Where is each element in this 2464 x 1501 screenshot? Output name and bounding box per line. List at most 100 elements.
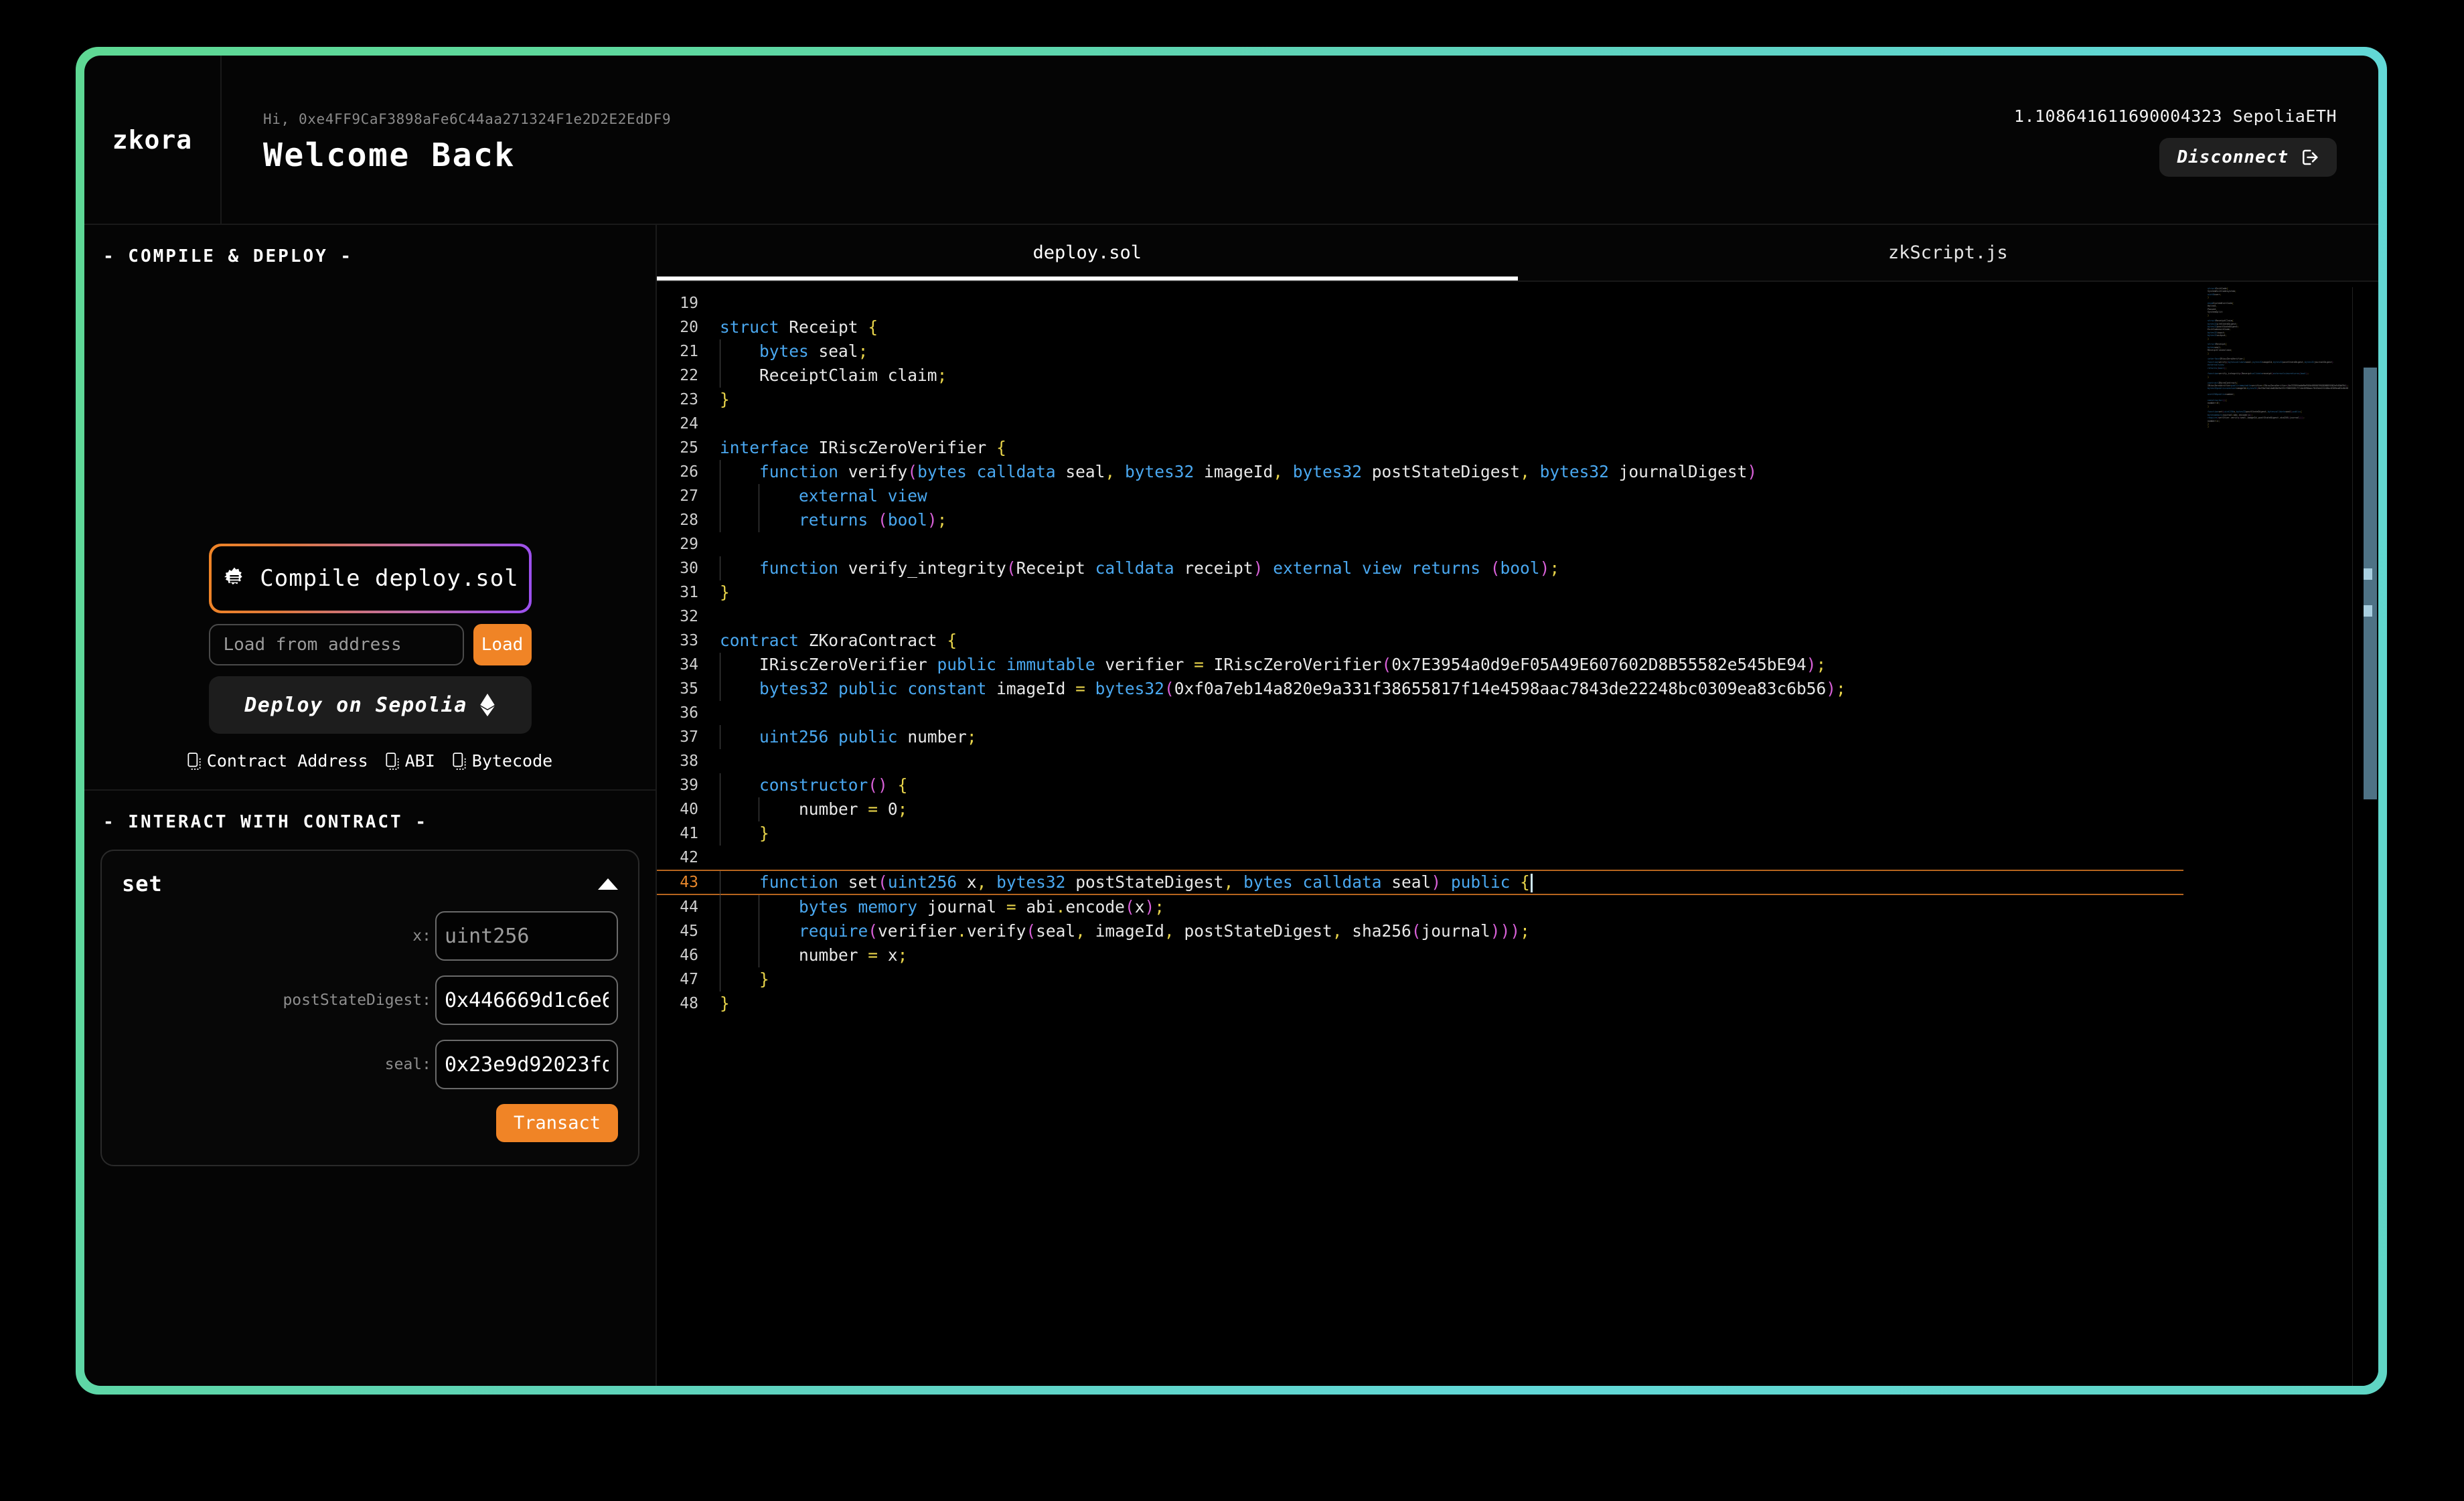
compile-button-label: Compile deploy.sol (260, 565, 519, 592)
code-line-21[interactable]: 21 bytes seal; (657, 339, 2211, 364)
code-line-46[interactable]: 46 number = x; (657, 943, 2211, 967)
editor-minimap[interactable]: struct ExitCode { SystemExitCode system;… (2208, 287, 2348, 1386)
code-text[interactable]: function verify_integrity(Receipt callda… (705, 556, 1559, 580)
line-number: 27 (680, 487, 698, 505)
code-text[interactable]: constructor() { (705, 773, 907, 797)
code-line-23[interactable]: 23} (657, 388, 2211, 412)
editor-column: deploy.sol zkScript.js 19 20 struct Receip… (657, 225, 2378, 1386)
code-line-42[interactable]: 42 (657, 846, 2211, 870)
code-line-29[interactable]: 29 (657, 532, 2211, 556)
code-line-31[interactable]: 31} (657, 580, 2211, 605)
code-line-33[interactable]: 33 contract ZKoraContract { (657, 629, 2211, 653)
code-line-19[interactable]: 19 (657, 291, 2211, 315)
line-number: 39 (680, 777, 698, 794)
code-line-39[interactable]: 39 constructor() { (657, 773, 2211, 797)
code-line-47[interactable]: 47 } (657, 967, 2211, 992)
code-line-20[interactable]: 20 struct Receipt { (657, 315, 2211, 339)
disconnect-button[interactable]: Disconnect (2159, 138, 2337, 177)
code-line-36[interactable]: 36 (657, 701, 2211, 725)
interact-panel-heading: - INTERACT WITH CONTRACT - (103, 812, 428, 832)
code-line-43[interactable]: 43 function set(uint256 x, bytes32 postS… (657, 870, 2183, 895)
code-text[interactable]: returns (bool); (705, 508, 947, 532)
scrollbar-marker (2364, 568, 2372, 580)
code-line-45[interactable]: 45 require(verifier.verify(seal, imageId… (657, 919, 2211, 943)
function-accordion-header[interactable]: set (122, 871, 618, 896)
arg-input-x[interactable] (435, 911, 618, 961)
copy-abi[interactable]: ABI (386, 751, 435, 771)
code-text[interactable]: bytes32 public constant imageId = bytes3… (705, 677, 1846, 701)
app-header: zkora Hi, 0xe4FF9CaF3898aFe6C44aa271324F… (84, 56, 2378, 225)
code-line-48[interactable]: 48} (657, 992, 2211, 1016)
code-text[interactable]: number = x; (705, 943, 907, 967)
load-address-input[interactable] (208, 624, 464, 665)
code-line-26[interactable]: 26 function verify(bytes calldata seal, … (657, 460, 2211, 484)
code-line-37[interactable]: 37 uint256 public number; (657, 725, 2211, 749)
code-text[interactable]: function set(uint256 x, bytes32 postStat… (705, 870, 1533, 894)
line-number: 29 (680, 536, 698, 553)
code-line-30[interactable]: 30 function verify_integrity(Receipt cal… (657, 556, 2211, 580)
arg-row-seal: seal: (122, 1040, 618, 1089)
deploy-on-sepolia-button[interactable]: Deploy on Sepolia (208, 676, 532, 734)
chevron-up-icon[interactable] (598, 878, 618, 890)
line-number: 48 (680, 995, 698, 1012)
code-line-32[interactable]: 32 (657, 605, 2211, 629)
transact-button[interactable]: Transact (495, 1104, 618, 1142)
code-text[interactable]: number = 0; (705, 797, 907, 821)
code-text[interactable]: bytes memory journal = abi.encode(x); (705, 895, 1164, 919)
logo-container: zkora (84, 56, 222, 224)
code-text[interactable]: interface IRiscZeroVerifier { (705, 436, 1006, 460)
copy-contract-address[interactable]: Contract Address (187, 751, 368, 771)
ethereum-icon (479, 694, 495, 716)
code-line-35[interactable]: 35 bytes32 public constant imageId = byt… (657, 677, 2211, 701)
code-text[interactable]: struct Receipt { (705, 315, 878, 339)
line-number: 46 (680, 947, 698, 964)
minimap-divider (2352, 287, 2353, 1386)
copy-bytecode[interactable]: Bytecode (453, 751, 552, 771)
arg-input-seal[interactable] (435, 1040, 618, 1089)
code-line-44[interactable]: 44 bytes memory journal = abi.encode(x); (657, 895, 2211, 919)
code-line-38[interactable]: 38 (657, 749, 2211, 773)
code-text[interactable]: IRiscZeroVerifier public immutable verif… (705, 653, 1826, 677)
code-text[interactable]: } (705, 967, 769, 992)
line-number: 30 (680, 560, 698, 577)
code-editor[interactable]: 19 20 struct Receipt {21 bytes seal; 22 Rec… (657, 281, 2378, 1386)
code-line-27[interactable]: 27 external view (657, 484, 2211, 508)
code-line-41[interactable]: 41 } (657, 821, 2211, 846)
arg-row-poststatedigest: postStateDigest: (122, 975, 618, 1025)
load-button[interactable]: Load (473, 624, 532, 665)
code-line-25[interactable]: 25 interface IRiscZeroVerifier { (657, 436, 2211, 460)
arg-label-x: x: (412, 927, 431, 945)
code-text[interactable]: contract ZKoraContract { (705, 629, 957, 653)
code-text[interactable]: } (705, 388, 730, 412)
code-text[interactable]: function verify(bytes calldata seal, byt… (705, 460, 1757, 484)
tab-zkscript-js[interactable]: zkScript.js (1518, 225, 2379, 281)
code-text[interactable]: require(verifier.verify(seal, imageId, p… (705, 919, 1530, 943)
code-text[interactable]: ReceiptClaim claim; (705, 364, 947, 388)
arg-input-poststatedigest[interactable] (435, 975, 618, 1025)
logout-icon (2299, 147, 2319, 167)
code-text[interactable]: bytes seal; (705, 339, 868, 364)
code-text[interactable]: } (705, 992, 730, 1016)
code-line-22[interactable]: 22 ReceiptClaim claim; (657, 364, 2211, 388)
copy-icon (453, 752, 466, 770)
code-line-40[interactable]: 40 number = 0; (657, 797, 2211, 821)
deploy-button-label: Deploy on Sepolia (244, 693, 467, 717)
minimap-line: bytes32 public constant imageId = bytes3… (2208, 387, 2348, 390)
code-text[interactable]: external view (705, 484, 927, 508)
function-card-set: set x: postStateDigest: seal: (100, 850, 639, 1166)
code-text[interactable]: } (705, 821, 769, 846)
code-lines-container[interactable]: 19 20 struct Receipt {21 bytes seal; 22 Rec… (657, 282, 2211, 1386)
code-line-28[interactable]: 28 returns (bool); (657, 508, 2211, 532)
scrollbar-thumb[interactable] (2364, 368, 2377, 799)
header-main: Hi, 0xe4FF9CaF3898aFe6C44aa271324F1e2D2E… (222, 56, 2378, 224)
page-title: Welcome Back (263, 136, 516, 174)
code-line-24[interactable]: 24 (657, 412, 2211, 436)
tab-deploy-sol[interactable]: deploy.sol (657, 225, 1518, 281)
text-cursor (1530, 874, 1533, 892)
app-content: zkora Hi, 0xe4FF9CaF3898aFe6C44aa271324F… (84, 56, 2378, 1386)
code-line-34[interactable]: 34 IRiscZeroVerifier public immutable ve… (657, 653, 2211, 677)
code-text[interactable]: uint256 public number; (705, 725, 977, 749)
code-text[interactable]: } (705, 580, 730, 605)
compile-button[interactable]: Compile deploy.sol (208, 544, 532, 613)
editor-vertical-scrollbar[interactable] (2362, 282, 2378, 1386)
